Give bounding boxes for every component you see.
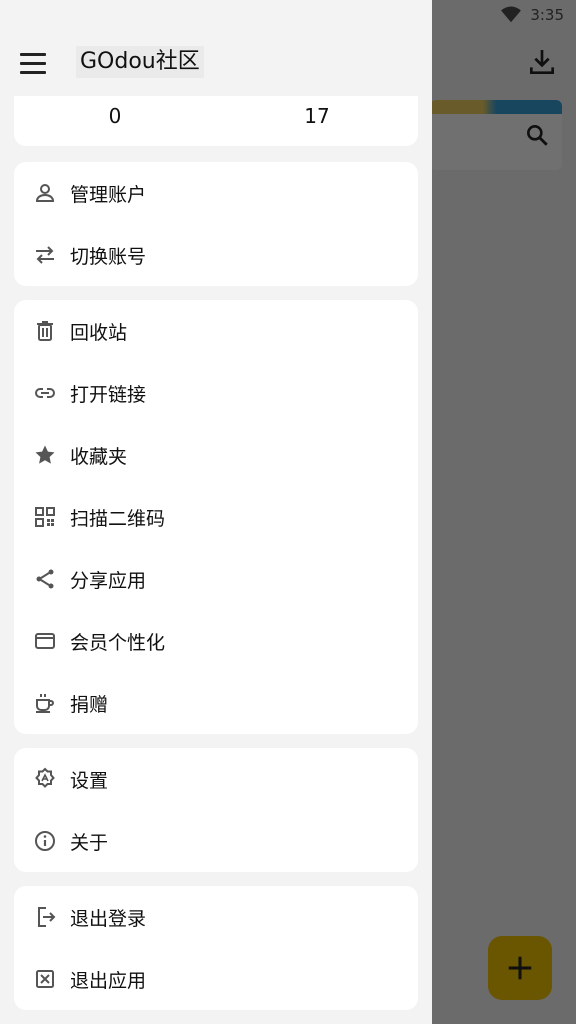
menu-item-label: 退出登录 [70,907,147,930]
wallet-icon [32,628,58,654]
person-icon [32,180,58,206]
menu-item-about[interactable]: 关于 [14,810,418,872]
menu-item-switch-account[interactable]: 切换账号 [14,224,418,286]
menu-item-membership[interactable]: 会员个性化 [14,610,418,672]
menu-item-label: 收藏夹 [70,445,128,468]
menu-item-logout[interactable]: 退出登录 [14,886,418,948]
stat-value: 17 [304,104,330,128]
menu-item-label: 切换账号 [70,245,147,268]
menu-item-label: 捐赠 [70,693,109,716]
settings-group: 设置 关于 [14,748,418,872]
drawer-title: GOdou社区 [76,46,204,78]
status-bar: 3:35 [500,0,576,30]
menu-item-scan-qr[interactable]: 扫描二维码 [14,486,418,548]
trash-icon [32,318,58,344]
menu-item-label: 分享应用 [70,569,147,592]
tools-group: 回收站 打开链接 收藏夹 扫描二维码 分享应用 会员个性化 捐赠 [14,300,418,734]
menu-item-label: 回收站 [70,321,128,344]
settings-icon [32,766,58,792]
menu-item-label: 打开链接 [70,383,147,406]
menu-item-exit-app[interactable]: 退出应用 [14,948,418,1010]
wifi-icon [501,6,522,23]
logout-icon [32,904,58,930]
menu-item-settings[interactable]: 设置 [14,748,418,810]
drawer-header: GOdou社区 [0,0,432,96]
status-time: 3:35 [530,6,564,24]
menu-item-open-link[interactable]: 打开链接 [14,362,418,424]
stat-value: 0 [108,104,122,128]
menu-item-label: 管理账户 [70,183,147,206]
menu-item-recycle-bin[interactable]: 回收站 [14,300,418,362]
info-icon [32,828,58,854]
star-icon [32,442,58,468]
menu-item-share-app[interactable]: 分享应用 [14,548,418,610]
menu-button[interactable] [16,46,50,80]
menu-item-donate[interactable]: 捐赠 [14,672,418,734]
qr-code-icon [32,504,58,530]
menu-item-label: 设置 [70,769,109,792]
swap-icon [32,242,58,268]
menu-item-favorites[interactable]: 收藏夹 [14,424,418,486]
menu-item-label: 退出应用 [70,969,147,992]
share-icon [32,566,58,592]
close-box-icon [32,966,58,992]
menu-item-label: 扫描二维码 [70,507,166,530]
link-icon [32,380,58,406]
menu-item-label: 会员个性化 [70,631,166,654]
menu-item-label: 关于 [70,831,109,854]
menu-item-manage-account[interactable]: 管理账户 [14,162,418,224]
account-group: 管理账户 切换账号 [14,162,418,286]
coffee-icon [32,690,58,716]
exit-group: 退出登录 退出应用 [14,886,418,1010]
navigation-drawer: 0 17 GOdou社区 管理账户 切换账号 回收站 打开链接 收藏夹 扫描二维… [0,0,432,1024]
